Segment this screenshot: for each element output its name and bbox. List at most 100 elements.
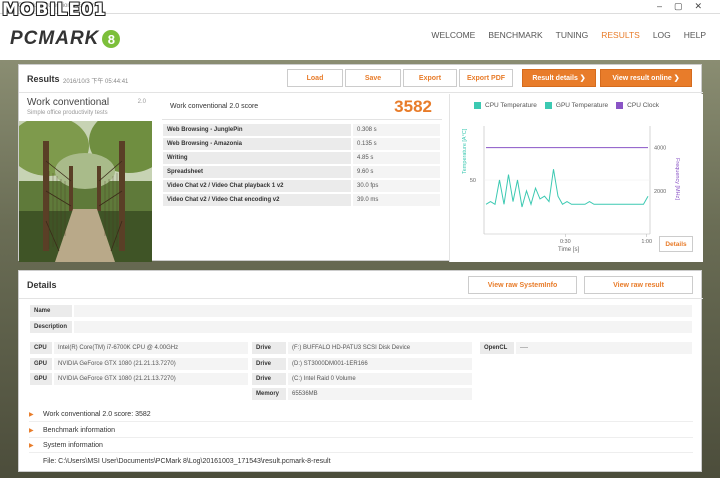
subscore-table: Web Browsing - JunglePin 0.308 s Web Brow… — [162, 123, 442, 207]
hw-value: NVIDIA GeForce GTX 1080 (21.21.13.7270) — [53, 372, 249, 386]
score-value: 3582 — [394, 97, 432, 116]
description-label: Description — [29, 320, 73, 334]
nav-welcome[interactable]: WELCOME — [431, 30, 475, 40]
score-box: Work conventional 2.0 score 3582 Web Bro… — [162, 94, 442, 207]
expander-score[interactable]: ▶ Work conventional 2.0 score: 3582 — [29, 408, 693, 422]
expand-arrow-icon: ▶ — [29, 412, 34, 418]
expand-arrow-icon: ▶ — [29, 428, 34, 434]
nav-tuning[interactable]: TUNING — [556, 30, 589, 40]
expander-label: Work conventional 2.0 score: 3582 — [43, 411, 151, 418]
x-axis-label: Time [s] — [558, 247, 580, 253]
details-panel: Details View raw SystemInfo View raw res… — [18, 270, 703, 472]
hw-value: (C:) Intel Raid 0 Volume — [287, 372, 473, 386]
subscore-name: Video Chat v2 / Video Chat encoding v2 — [162, 193, 352, 207]
opencl-row: OpenCL ---- — [479, 341, 693, 355]
details-title: Details — [27, 280, 57, 290]
hw-value: (F:) BUFFALO HD-PATU3 SCSI Disk Device — [287, 341, 473, 355]
test-name: Work conventional — [27, 97, 110, 108]
series-line-cpu-temperature — [485, 169, 649, 208]
name-row: Name — [29, 304, 693, 318]
y-tick-label-right: 2000 — [654, 189, 666, 195]
export-pdf-button[interactable]: Export PDF — [459, 69, 513, 87]
expander-benchmark-info[interactable]: ▶ Benchmark information — [29, 424, 693, 438]
export-button[interactable]: Export — [403, 69, 457, 87]
pcmark-logo: PCMARK 8 — [10, 28, 121, 50]
hw-key: Memory — [251, 387, 287, 401]
hw-key: GPU — [29, 357, 53, 371]
subscore-name: Web Browsing - JunglePin — [162, 123, 352, 137]
logo-version-badge: 8 — [102, 30, 121, 48]
hw-key: GPU — [29, 372, 53, 386]
results-header: Results 2016/10/3 下午 05:44:41 Load Save … — [19, 65, 703, 93]
hw-row: CPU Intel(R) Core(TM) i7-6700K CPU @ 4.00… — [29, 341, 249, 355]
hw-value: Intel(R) Core(TM) i7-6700K CPU @ 4.00GHz — [53, 341, 249, 355]
details-header: Details View raw SystemInfo View raw res… — [19, 271, 703, 299]
view-raw-result-button[interactable]: View raw result — [584, 276, 693, 294]
results-title: Results — [27, 74, 60, 84]
hw-value: NVIDIA GeForce GTX 1080 (21.21.13.7270) — [53, 357, 249, 371]
opencl-value: ---- — [515, 341, 693, 355]
results-panel: Results 2016/10/3 下午 05:44:41 Load Save … — [18, 64, 703, 262]
view-online-button[interactable]: View result online ❯ — [600, 69, 692, 87]
hw-row: Memory 65536MB — [251, 387, 473, 401]
nav-benchmark[interactable]: BENCHMARK — [488, 30, 542, 40]
test-title-block: Work conventional 2.0 Simple office prod… — [19, 94, 152, 120]
main-nav: WELCOME BENCHMARK TUNING RESULTS LOG HEL… — [431, 30, 706, 40]
subscore-value: 39.0 ms — [352, 193, 441, 207]
result-details-label: Result details — [532, 74, 578, 82]
hw-row: Drive (D:) ST3000DM001-1ER166 — [251, 357, 473, 371]
subscore-name: Video Chat v2 / Video Chat playback 1 v2 — [162, 179, 352, 193]
test-image — [19, 121, 152, 262]
hw-key: Drive — [251, 357, 287, 371]
result-file-path: File: C:\Users\MSI User\Documents\PCMark… — [43, 458, 331, 465]
results-date: 2016/10/3 下午 05:44:41 — [63, 79, 129, 85]
test-version: 2.0 — [137, 99, 146, 105]
hw-row: GPU NVIDIA GeForce GTX 1080 (21.21.13.727… — [29, 357, 249, 371]
description-row: Description — [29, 320, 693, 334]
view-raw-systeminfo-button[interactable]: View raw SystemInfo — [468, 276, 577, 294]
hw-key: Drive — [251, 372, 287, 386]
score-label: Work conventional 2.0 score — [170, 103, 259, 110]
subscore-name: Spreadsheet — [162, 165, 352, 179]
subscore-value: 9.60 s — [352, 165, 441, 179]
x-tick-label: 1:00 — [641, 239, 652, 245]
subscore-value: 0.308 s — [352, 123, 441, 137]
subscore-row: Video Chat v2 / Video Chat encoding v2 39… — [162, 193, 442, 207]
subscore-row: Web Browsing - Amazonia 0.135 s — [162, 137, 442, 151]
expand-arrow-icon: ▶ — [29, 443, 34, 449]
view-online-label: View result online — [612, 74, 672, 82]
name-label: Name — [29, 304, 73, 318]
test-subtitle: Simple office productivity tests — [27, 110, 108, 116]
hw-key: CPU — [29, 341, 53, 355]
y-tick-label-left: 50 — [470, 178, 476, 184]
save-button[interactable]: Save — [345, 69, 401, 87]
hw-row: GPU NVIDIA GeForce GTX 1080 (21.21.13.727… — [29, 372, 249, 386]
nav-help[interactable]: HELP — [684, 30, 706, 40]
subscore-value: 4.85 s — [352, 151, 441, 165]
logo-text: PCMARK — [10, 28, 100, 49]
hw-value: 65536MB — [287, 387, 473, 401]
subscore-row: Web Browsing - JunglePin 0.308 s — [162, 123, 442, 137]
hw-row: Drive (C:) Intel Raid 0 Volume — [251, 372, 473, 386]
subscore-value: 0.135 s — [352, 137, 441, 151]
subscore-row: Video Chat v2 / Video Chat playback 1 v2… — [162, 179, 442, 193]
subscore-name: Writing — [162, 151, 352, 165]
x-tick-label: 0:30 — [560, 239, 571, 245]
subscore-row: Spreadsheet 9.60 s — [162, 165, 442, 179]
score-row: Work conventional 2.0 score 3582 — [162, 94, 442, 120]
nav-results[interactable]: RESULTS — [601, 30, 640, 40]
expander-label: System information — [43, 442, 103, 449]
y-tick-label-right: 4000 — [654, 146, 666, 152]
hw-value: (D:) ST3000DM001-1ER166 — [287, 357, 473, 371]
watermark-logo: MOBILE01 — [2, 0, 107, 20]
result-details-button[interactable]: Result details ❯ — [522, 69, 596, 87]
hw-row: Drive (F:) BUFFALO HD-PATU3 SCSI Disk Dev… — [251, 341, 473, 355]
chevron-right-icon: ❯ — [579, 75, 586, 82]
load-button[interactable]: Load — [287, 69, 343, 87]
app-header: PCMARK 8 WELCOME BENCHMARK TUNING RESULT… — [0, 14, 720, 60]
chevron-right-icon: ❯ — [673, 75, 680, 82]
expander-system-info[interactable]: ▶ System information — [29, 439, 693, 453]
nav-log[interactable]: LOG — [653, 30, 671, 40]
window-controls[interactable]: –▢✕ — [657, 1, 714, 12]
chart-details-button[interactable]: Details — [659, 236, 693, 252]
